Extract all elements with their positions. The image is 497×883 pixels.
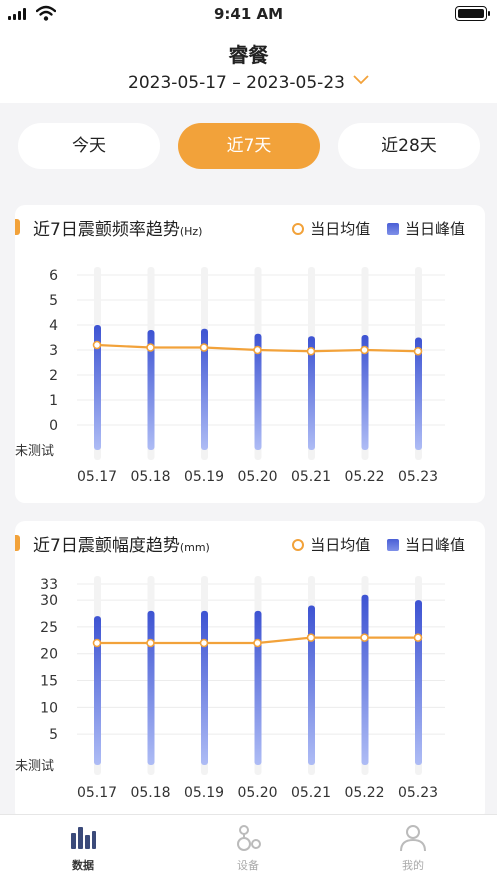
frequency-card: 近7日震颤频率趋势(Hz) 当日均值 当日峰值 6 5 4 3 2 1 0 未测试 05.17 0… <box>15 205 485 503</box>
y-tick-label: 3 <box>49 343 58 359</box>
peak-bar <box>201 610 208 765</box>
avg-point <box>253 638 262 648</box>
y-tick-label: 33 <box>40 577 58 593</box>
x-tick-label: 05.18 <box>130 785 170 801</box>
x-tick-label: 05.22 <box>344 785 384 801</box>
y-tick-label: 20 <box>40 647 58 663</box>
nav-data-label: 数据 <box>72 859 94 872</box>
amplitude-chart: 3330 25 20 15 10 5 未测试 05.17 05.18 05.19 05.20 05.2… <box>15 576 445 801</box>
x-tick-label: 05.21 <box>291 785 331 801</box>
page-title: 睿餐 <box>228 43 269 67</box>
x-tick-label: 05.23 <box>398 469 438 485</box>
tab-today[interactable]: 今天 <box>18 123 160 169</box>
bottom-nav: 数据 设备 我的 <box>0 814 497 883</box>
tab-7-days[interactable]: 近7天 <box>178 123 320 169</box>
nav-profile-label: 我的 <box>402 859 424 872</box>
avg-point <box>199 638 209 648</box>
y-tick-label: 2 <box>49 368 58 384</box>
peak-bar <box>94 616 101 765</box>
x-tick-label: 05.19 <box>184 785 224 801</box>
header: 9:41 AM 睿餐 2023-05-17 – 2023-05-23 <box>0 0 497 103</box>
avg-point <box>92 638 102 648</box>
avg-point <box>306 346 316 356</box>
x-tick-label: 05.19 <box>184 469 224 485</box>
x-tick-label: 05.23 <box>398 785 438 801</box>
y-tick-label: 4 <box>49 318 58 334</box>
peak-bar <box>415 600 422 765</box>
nav-device[interactable]: 设备 <box>208 823 288 873</box>
avg-point <box>360 633 369 642</box>
avg-point <box>413 633 423 642</box>
x-tick-label: 05.21 <box>291 469 331 485</box>
y-tick-label: 5 <box>49 727 58 743</box>
chevron-down-icon <box>353 75 369 85</box>
peak-bar <box>147 610 155 765</box>
bar-chart-icon <box>71 827 96 849</box>
date-range-text: 2023-05-17 – 2023-05-23 <box>128 73 345 93</box>
x-tick-label: 05.18 <box>130 469 170 485</box>
avg-point <box>146 638 155 648</box>
user-icon <box>400 825 426 852</box>
period-tabs: 今天 近7天 近28天 <box>0 123 497 169</box>
y-tick-label: 未测试 <box>15 444 54 459</box>
nav-device-label: 设备 <box>237 859 259 872</box>
x-tick-label: 05.17 <box>77 469 117 485</box>
avg-point <box>92 340 102 350</box>
peak-bar <box>361 594 369 765</box>
avg-point <box>413 346 423 356</box>
avg-point <box>360 345 369 355</box>
nav-data[interactable]: 数据 <box>43 823 123 873</box>
y-tick-label: 30 <box>40 593 58 609</box>
peak-bar <box>254 610 262 765</box>
tab-28-days[interactable]: 近28天 <box>338 123 480 169</box>
nav-profile[interactable]: 我的 <box>373 823 453 873</box>
avg-point <box>146 343 155 352</box>
status-bar: 9:41 AM <box>0 0 497 30</box>
x-tick-label: 05.17 <box>77 785 117 801</box>
battery-icon <box>455 6 490 21</box>
amplitude-card: 近7日震颤幅度趋势(mm) 当日均值 当日峰值 33 30 25 20 15 10 5 未测试… <box>15 521 485 821</box>
y-tick-label: 10 <box>40 700 58 716</box>
y-tick-label: 25 <box>40 620 58 636</box>
avg-point <box>306 633 316 642</box>
y-tick-label: 5 <box>49 293 58 309</box>
peak-bar <box>308 605 315 765</box>
y-tick-label: 1 <box>49 393 58 409</box>
x-tick-label: 05.20 <box>237 785 277 801</box>
y-tick-label: 未测试 <box>15 759 54 774</box>
x-tick-label: 05.22 <box>344 469 384 485</box>
avg-point <box>253 345 262 355</box>
x-tick-label: 05.20 <box>237 469 277 485</box>
date-range-selector[interactable]: 2023-05-17 – 2023-05-23 <box>0 73 497 93</box>
avg-point <box>199 343 209 352</box>
device-icon <box>237 825 261 851</box>
y-tick-label: 6 <box>49 268 58 284</box>
y-tick-label: 0 <box>49 418 58 434</box>
status-time: 9:41 AM <box>213 5 284 23</box>
frequency-chart: 6 5 4 3 2 1 0 未测试 05.17 05.18 05.19 05.20 05.21 05.22… <box>15 267 445 485</box>
y-tick-label: 15 <box>40 674 58 690</box>
